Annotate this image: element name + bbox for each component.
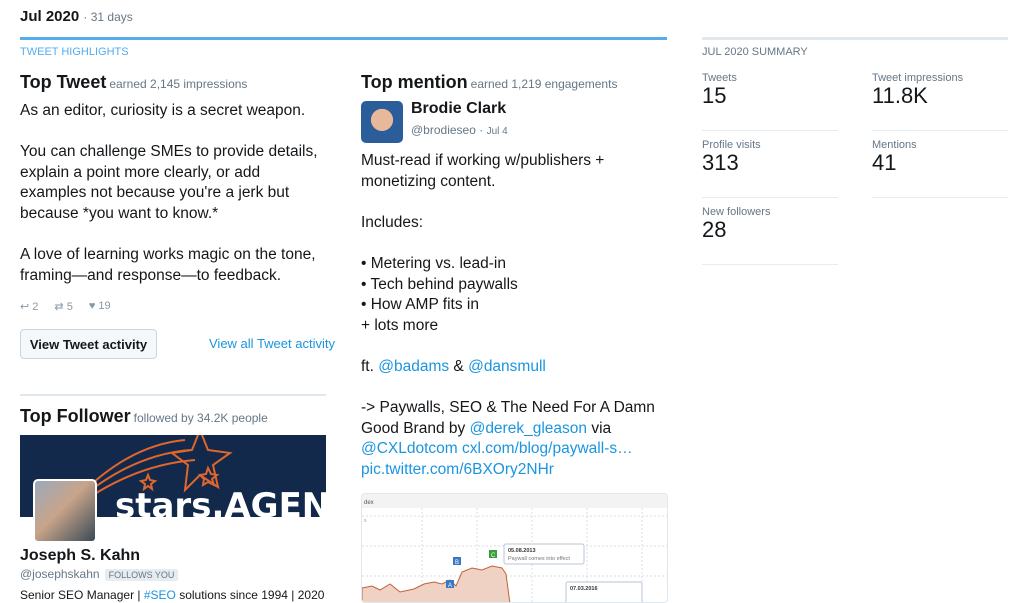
top-tweet-text: As an editor, curiosity is a secret weap… bbox=[20, 101, 326, 307]
view-all-tweet-activity-link[interactable]: View all Tweet activity bbox=[209, 336, 335, 351]
period-label: Jul 2020 bbox=[20, 8, 80, 25]
follower-handle[interactable]: @josephskahn bbox=[20, 567, 100, 581]
mention-link[interactable]: @derek_gleason bbox=[470, 420, 587, 437]
mention-handle-row: @brodieseo · Jul 4 bbox=[411, 123, 508, 137]
follower-avatar[interactable] bbox=[33, 479, 97, 543]
bio-text: solutions since 1994 | 2020 bbox=[175, 588, 325, 602]
image-header bbox=[362, 494, 667, 508]
mention-link[interactable]: @CXLdotcom bbox=[361, 440, 458, 457]
stat-value: 28 bbox=[702, 217, 727, 242]
image-axis: s bbox=[364, 518, 367, 524]
period-header: Jul 2020 · 31 days bbox=[20, 8, 133, 25]
top-mention-title: Top mention earned 1,219 engagements bbox=[361, 72, 617, 93]
section-divider bbox=[20, 394, 326, 396]
stat-value: 313 bbox=[702, 150, 739, 175]
mention-link[interactable]: @dansmull bbox=[468, 358, 546, 375]
like-value: 19 bbox=[98, 300, 111, 312]
stat-value: 15 bbox=[702, 83, 727, 108]
summary-profile-visits: Profile visits 313 bbox=[702, 131, 838, 198]
summary-tweets: Tweets 15 bbox=[702, 64, 838, 131]
annotation-text: Paywall comes into effect bbox=[508, 556, 570, 562]
bullet: + lots more bbox=[361, 316, 439, 334]
annotation-date: 05.08.2013 bbox=[508, 548, 536, 554]
summary-impressions: Tweet impressions 11.8K bbox=[872, 64, 1008, 131]
tweet-paragraph: You can challenge SMEs to provide detail… bbox=[20, 143, 318, 222]
tweet-paragraph: Must-read if working w/publishers + mone… bbox=[361, 152, 605, 190]
text: via bbox=[587, 419, 612, 437]
top-tweet-impressions: earned 2,145 impressions bbox=[109, 77, 248, 91]
retweet-count[interactable]: ⇄ 5 bbox=[54, 300, 72, 313]
chart-area bbox=[362, 565, 511, 602]
summary-new-followers: New followers 28 bbox=[702, 198, 838, 265]
period-days: 31 days bbox=[90, 10, 133, 24]
stat-value: 11.8K bbox=[872, 83, 928, 108]
text: & bbox=[449, 357, 469, 375]
bullet: • Metering vs. lead-in bbox=[361, 254, 506, 272]
reply-value: 2 bbox=[32, 301, 39, 313]
like-count[interactable]: ♥ 19 bbox=[89, 300, 111, 313]
bio-text: Senior SEO Manager | bbox=[20, 588, 144, 602]
mention-handle[interactable]: @brodieseo bbox=[411, 123, 476, 137]
tweet-paragraph: -> Paywalls, SEO & The Need For A Damn G… bbox=[361, 398, 661, 480]
annotation-date: 07.03.2016 bbox=[570, 586, 598, 592]
tweet-paragraph: Includes: bbox=[361, 213, 424, 231]
pic-link[interactable]: pic.twitter.com/6BXOry2NHr bbox=[361, 461, 554, 478]
marker-label: A bbox=[448, 583, 452, 589]
title-text: Top mention bbox=[361, 72, 468, 92]
reply-count[interactable]: ↩ 2 bbox=[20, 300, 38, 313]
highlights-divider bbox=[20, 37, 667, 40]
summary-mentions: Mentions 41 bbox=[872, 131, 1008, 198]
tweet-paragraph: A love of learning works magic on the to… bbox=[20, 246, 316, 284]
tweet-highlights-label: TWEET HIGHLIGHTS bbox=[20, 46, 129, 58]
summary-label: JUL 2020 SUMMARY bbox=[702, 46, 808, 58]
view-tweet-activity-button[interactable]: View Tweet activity bbox=[20, 329, 157, 359]
reply-icon: ↩ bbox=[20, 301, 30, 313]
tweet-paragraph: As an editor, curiosity is a secret weap… bbox=[20, 102, 306, 119]
mention-date[interactable]: Jul 4 bbox=[487, 126, 508, 137]
follower-bio: Senior SEO Manager | #SEO solutions sinc… bbox=[20, 588, 324, 602]
tweet-media-image[interactable]: dex s A B C 05.08.2013 Paywall comes int… bbox=[361, 493, 668, 603]
mention-name[interactable]: Brodie Clark bbox=[411, 100, 506, 118]
retweet-value: 5 bbox=[66, 301, 73, 313]
bullet: • How AMP fits in bbox=[361, 296, 479, 314]
mention-link[interactable]: @badams bbox=[378, 358, 449, 375]
top-mention-engagements: earned 1,219 engagements bbox=[470, 77, 618, 91]
mention-text: Must-read if working w/publishers + mone… bbox=[361, 151, 661, 501]
banner-logo-text: stars.AGENCY bbox=[115, 486, 326, 517]
marker-label: C bbox=[491, 553, 496, 559]
top-follower-title: Top Follower followed by 34.2K people bbox=[20, 406, 268, 427]
follower-name[interactable]: Joseph S. Kahn bbox=[20, 547, 140, 565]
follower-handle-row: @josephskahn FOLLOWS YOU bbox=[20, 567, 179, 581]
top-tweet-title: Top Tweet earned 2,145 impressions bbox=[20, 72, 247, 93]
tweet-bullets: • Metering vs. lead-in • Tech behind pay… bbox=[361, 254, 661, 336]
summary-divider bbox=[702, 37, 1008, 40]
text: ft. bbox=[361, 357, 379, 375]
tweet-actions: ↩ 2 ⇄ 5 ♥ 19 bbox=[20, 300, 111, 313]
image-title: dex bbox=[364, 500, 374, 506]
url-link[interactable]: cxl.com/blog/paywall-s… bbox=[462, 440, 633, 457]
stat-value: 41 bbox=[872, 150, 897, 175]
summary-grid: Tweets 15 Tweet impressions 11.8K Profile … bbox=[702, 64, 1008, 265]
title-text: Top Follower bbox=[20, 406, 131, 426]
embedded-chart-image: dex s A B C 05.08.2013 Paywall comes int… bbox=[362, 494, 667, 602]
retweet-icon: ⇄ bbox=[54, 301, 64, 313]
tweet-paragraph: ft. @badams & @dansmull bbox=[361, 357, 661, 378]
follows-you-badge: FOLLOWS YOU bbox=[104, 569, 179, 581]
heart-icon: ♥ bbox=[88, 300, 96, 312]
title-text: Top Tweet bbox=[20, 72, 107, 92]
marker-label: B bbox=[455, 560, 459, 566]
bullet: • Tech behind paywalls bbox=[361, 275, 518, 293]
top-follower-count: followed by 34.2K people bbox=[133, 411, 268, 425]
mention-avatar[interactable] bbox=[361, 101, 403, 143]
hashtag-link[interactable]: #SEO bbox=[144, 588, 176, 602]
